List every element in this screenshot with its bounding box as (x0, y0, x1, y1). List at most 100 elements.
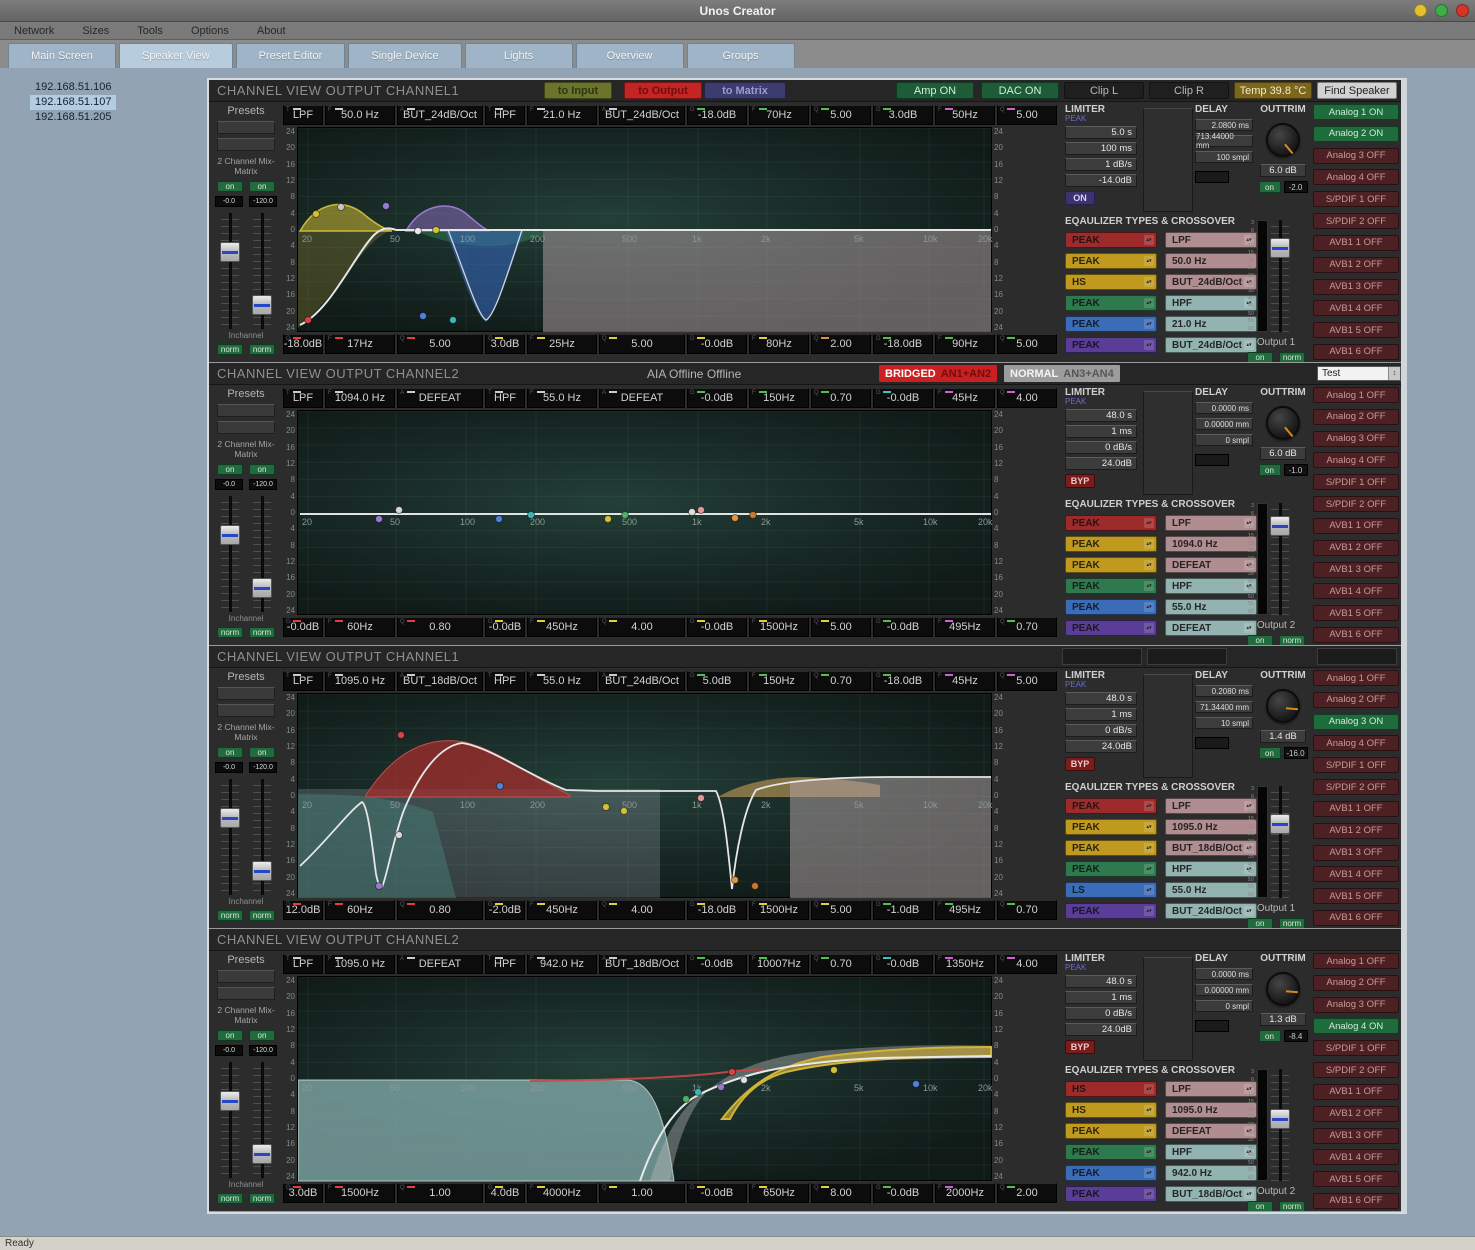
param-field[interactable]: Q2.00 (811, 334, 871, 354)
routing-toggle-analog-2-on[interactable]: Analog 2 ON (1313, 126, 1399, 142)
clip-r-indicator[interactable]: Clip R (1149, 82, 1229, 99)
mix-gain-value[interactable]: -120.0 (249, 479, 277, 490)
preset-slot[interactable] (217, 970, 275, 983)
norm-button[interactable]: norm (249, 910, 275, 921)
eq-band-handle[interactable] (313, 211, 320, 218)
mix-on-button[interactable]: on (249, 1030, 275, 1041)
routing-toggle-avb1-5-off[interactable]: AVB1 5 OFF (1313, 1171, 1399, 1187)
eq-type-select[interactable]: PEAK▴▾ (1065, 599, 1157, 615)
limiter-value-field[interactable]: 0 dB/s (1065, 1007, 1137, 1020)
outtrim-trim-value[interactable]: -8.4 (1284, 1030, 1308, 1042)
preset-dropdown[interactable]: Test↕ (1317, 366, 1401, 381)
param-field[interactable]: Q5.00 (599, 334, 685, 354)
delay-value-field[interactable]: 713.44000 mm (1195, 135, 1253, 147)
outtrim-on-button[interactable]: on (1259, 464, 1281, 476)
delay-value-field[interactable]: 0.2080 ms (1195, 685, 1253, 697)
preset-slot[interactable] (217, 687, 275, 700)
routing-toggle-avb1-5-off[interactable]: AVB1 5 OFF (1313, 888, 1399, 904)
fader-handle[interactable] (1270, 238, 1290, 258)
routing-toggle-avb1-2-off[interactable]: AVB1 2 OFF (1313, 257, 1399, 273)
routing-toggle-avb1-4-off[interactable]: AVB1 4 OFF (1313, 866, 1399, 882)
routing-toggle-analog-3-off[interactable]: Analog 3 OFF (1313, 997, 1399, 1013)
fader-handle[interactable] (1270, 1109, 1290, 1129)
fader-handle[interactable] (1270, 516, 1290, 536)
eq-band-handle[interactable] (741, 1077, 748, 1084)
delay-value-field[interactable]: 0.00000 mm (1195, 984, 1253, 996)
param-field[interactable]: G-0.0dB (687, 334, 747, 354)
minimize-button[interactable] (1414, 4, 1427, 17)
delay-value-field[interactable]: 0.0000 ms (1195, 402, 1253, 414)
outtrim-trim-value[interactable]: -1.0 (1284, 464, 1308, 476)
eq-graph-plot[interactable]: 20501002005001k2k5k10k20k (297, 693, 992, 898)
output-fader[interactable] (1271, 1069, 1289, 1181)
outtrim-knob[interactable] (1266, 689, 1300, 723)
param-field[interactable]: F1095.0 Hz (325, 671, 395, 691)
param-field[interactable]: F50.0 Hz (325, 105, 395, 125)
param-field[interactable]: ABUT_24dB/Oct (599, 671, 685, 691)
eq-crossover-field[interactable]: 50.0 Hz (1165, 253, 1257, 269)
tab-single-device[interactable]: Single Device (348, 43, 461, 68)
param-field[interactable]: G-0.0dB (873, 1183, 933, 1203)
param-field[interactable]: Q5.00 (997, 105, 1057, 125)
outtrim-on-button[interactable]: on (1259, 747, 1281, 759)
eq-type-select[interactable]: PEAK▴▾ (1065, 253, 1157, 269)
routing-toggle-analog-4-off[interactable]: Analog 4 OFF (1313, 735, 1399, 751)
outtrim-knob[interactable] (1266, 972, 1300, 1006)
eq-band-handle[interactable] (450, 317, 457, 324)
delay-value-field[interactable]: 100 smpl (1195, 151, 1253, 163)
output-on-button[interactable]: on (1247, 1201, 1273, 1212)
eq-crossover-field[interactable]: LPF▴▾ (1165, 232, 1257, 248)
limiter-bypass-button[interactable]: BYP (1065, 1040, 1095, 1054)
eq-band-handle[interactable] (383, 203, 390, 210)
delay-value-field[interactable]: 10 smpl (1195, 717, 1253, 729)
device-list-item[interactable]: 192.168.51.107 (30, 95, 116, 110)
routing-toggle-s-pdif-2-off[interactable]: S/PDIF 2 OFF (1313, 213, 1399, 229)
eq-type-select[interactable]: PEAK▴▾ (1065, 1165, 1157, 1181)
routing-toggle-analog-1-on[interactable]: Analog 1 ON (1313, 104, 1399, 120)
routing-toggle-avb1-5-off[interactable]: AVB1 5 OFF (1313, 322, 1399, 338)
param-field[interactable]: F1350Hz (935, 954, 995, 974)
delay-value-field[interactable]: 2.0800 ms (1195, 119, 1253, 131)
mix-on-button[interactable]: on (249, 181, 275, 192)
eq-band-handle[interactable] (689, 509, 696, 516)
norm-button[interactable]: norm (249, 627, 275, 638)
routing-toggle-analog-4-off[interactable]: Analog 4 OFF (1313, 452, 1399, 468)
delay-value-field[interactable]: 0 smpl (1195, 1000, 1253, 1012)
param-field[interactable]: F942.0 Hz (527, 954, 597, 974)
param-field[interactable]: G-0.0dB (873, 617, 933, 637)
eq-type-select[interactable]: PEAK▴▾ (1065, 232, 1157, 248)
routing-toggle-avb1-4-off[interactable]: AVB1 4 OFF (1313, 1149, 1399, 1165)
param-field[interactable]: G-0.0dB (687, 1183, 747, 1203)
eq-band-handle[interactable] (605, 516, 612, 523)
output-fader[interactable] (1271, 220, 1289, 332)
param-field[interactable]: G-0.0dB (873, 388, 933, 408)
menu-item-sizes[interactable]: Sizes (82, 25, 109, 37)
limiter-value-field[interactable]: 24.0dB (1065, 457, 1137, 470)
limiter-value-field[interactable]: 48.0 s (1065, 409, 1137, 422)
eq-band-handle[interactable] (695, 1089, 702, 1096)
eq-type-select[interactable]: PEAK▴▾ (1065, 903, 1157, 919)
eq-crossover-field[interactable]: BUT_24dB/Oct▴▾ (1165, 274, 1257, 290)
eq-graph-plot[interactable]: 20501002005001k2k5k10k20k (297, 127, 992, 332)
routing-toggle-analog-2-off[interactable]: Analog 2 OFF (1313, 975, 1399, 991)
eq-crossover-field[interactable]: HPF▴▾ (1165, 578, 1257, 594)
eq-crossover-field[interactable]: HPF▴▾ (1165, 861, 1257, 877)
eq-type-select[interactable]: PEAK▴▾ (1065, 798, 1157, 814)
routing-toggle-avb1-4-off[interactable]: AVB1 4 OFF (1313, 583, 1399, 599)
param-field[interactable]: G5.0dB (687, 671, 747, 691)
limiter-value-field[interactable]: 1 ms (1065, 708, 1137, 721)
param-field[interactable]: F60Hz (325, 617, 395, 637)
param-field[interactable]: F495Hz (935, 900, 995, 920)
eq-band-handle[interactable] (698, 507, 705, 514)
param-field[interactable]: Q4.00 (599, 900, 685, 920)
output-norm-button[interactable]: norm (1279, 635, 1305, 646)
eq-band-handle[interactable] (433, 227, 440, 234)
limiter-value-field[interactable]: -14.0dB (1065, 174, 1137, 187)
outtrim-trim-value[interactable]: -2.0 (1284, 181, 1308, 193)
routing-toggle-avb1-2-off[interactable]: AVB1 2 OFF (1313, 1106, 1399, 1122)
norm-button[interactable]: norm (249, 344, 275, 355)
param-field[interactable]: G-18.0dB (687, 900, 747, 920)
param-field[interactable]: G-0.0dB (687, 388, 747, 408)
dac-on-button[interactable]: DAC ON (981, 82, 1059, 99)
routing-toggle-avb1-3-off[interactable]: AVB1 3 OFF (1313, 279, 1399, 295)
